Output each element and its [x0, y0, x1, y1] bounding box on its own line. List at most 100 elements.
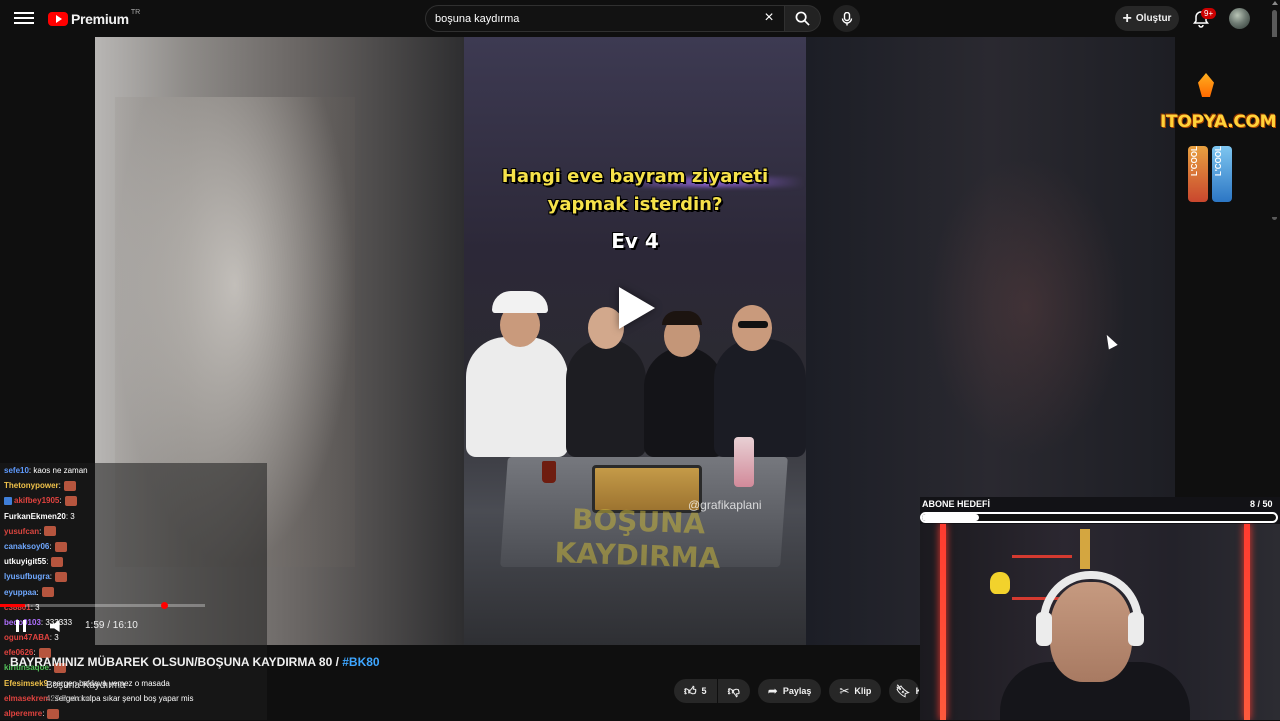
search-icon — [795, 11, 810, 26]
chat-username[interactable]: Thetonypower — [4, 478, 59, 493]
chat-username[interactable]: c38801 — [4, 600, 31, 615]
video-handle: @grafikaplani — [688, 498, 762, 512]
subscriber-goal-bar — [920, 512, 1278, 523]
logo-region: TR — [130, 8, 141, 16]
share-button[interactable]: ➦ Paylaş — [757, 679, 822, 703]
subscriber-count: 427 B abone — [46, 694, 92, 703]
bookmark-icon: 🔖︎ — [895, 684, 911, 698]
streamer-webcam — [920, 497, 1280, 720]
emote-icon — [64, 495, 77, 506]
chat-text: : — [39, 526, 42, 536]
logo-text: Premium — [71, 11, 129, 27]
chat-text: : — [42, 709, 45, 718]
chat-username[interactable]: Efesimsek9 — [4, 676, 48, 691]
pause-icon[interactable] — [16, 620, 26, 632]
emote-icon — [63, 480, 76, 491]
voice-search-button[interactable] — [833, 5, 860, 32]
chat-username[interactable]: akifbey1905 — [14, 493, 59, 508]
can-label: L'COOL — [1190, 146, 1199, 176]
chat-text: : — [59, 496, 62, 506]
chat-text: : 3 — [30, 602, 40, 612]
play-icon[interactable] — [619, 287, 655, 329]
sponsor-name: ITOPYA.COM — [1160, 112, 1277, 132]
chat-username[interactable]: elmasekrem — [4, 691, 50, 706]
chat-message: FurkanEkmen20: 3 — [4, 509, 267, 524]
create-button[interactable]: + Oluştur — [1115, 6, 1179, 31]
chat-username[interactable]: utkuyigit55 — [4, 554, 46, 569]
channel-name[interactable]: Boşuna Kaydırma — [46, 680, 126, 691]
close-icon[interactable]: × — [762, 10, 776, 26]
time-display: 1:59 / 16:10 — [85, 620, 138, 631]
emote-icon — [41, 587, 54, 598]
chat-message: eyuppaa: — [4, 585, 267, 600]
microphone-icon — [841, 11, 852, 25]
chat-username[interactable]: ogun47ABA — [4, 630, 50, 645]
chat-message: canaksoy06: — [4, 539, 267, 554]
chat-username[interactable]: yusufcan — [4, 524, 39, 539]
scroll-up-icon[interactable] — [1272, 1, 1278, 5]
video-overlay-episode: Ev 4 — [611, 229, 659, 253]
chat-message: lyusufbugra: — [4, 569, 267, 584]
youtube-logo[interactable]: Premium TR — [48, 8, 141, 28]
progress-bar[interactable] — [0, 604, 205, 607]
clip-button[interactable]: ✂ Klip — [829, 679, 882, 703]
pikachu-figure — [990, 572, 1010, 594]
chat-username[interactable]: alperemre — [4, 706, 42, 721]
dislike-button[interactable]: 👎︎ — [717, 679, 750, 703]
create-label: Oluştur — [1135, 13, 1172, 24]
notification-badge: 9+ — [1201, 8, 1217, 19]
video-frame: Hangi eve bayram ziyareti yapmak isterdi… — [464, 37, 806, 645]
action-bar: 👍︎5 👎︎ ➦Paylaş ✂Klip 🔖︎Ka — [674, 679, 927, 703]
chat-message: alperemre: — [4, 706, 267, 721]
chat-message: utkuyigit55: — [4, 554, 267, 569]
scissors-icon: ✂ — [839, 684, 850, 698]
chat-message: akifbey1905: — [4, 493, 267, 508]
search-button[interactable] — [785, 5, 821, 32]
chat-message: yusufcan: — [4, 524, 267, 539]
video-watermark: BOŞUNA KAYDIRMA — [554, 502, 721, 575]
chat-text: : 3 — [65, 511, 75, 521]
chat-username[interactable]: lyusufbugra — [4, 569, 50, 584]
plus-icon: + — [1122, 9, 1132, 27]
chat-username[interactable]: FurkanEkmen20 — [4, 509, 66, 524]
chat-message: elmasekrem: sergen kolpa sıkar şenol boş… — [4, 691, 267, 706]
play-logo-icon — [48, 12, 68, 26]
avatar[interactable] — [1229, 8, 1250, 29]
chat-message: Thetonypower: — [4, 478, 267, 493]
badge-icon — [4, 496, 12, 505]
video-overlay-question: Hangi eve bayram ziyareti yapmak isterdi… — [501, 166, 769, 215]
scrubber-handle[interactable] — [161, 602, 168, 609]
emote-icon — [55, 571, 68, 582]
video-title: BAYRAMINIZ MÜBAREK OLSUN/BOŞUNA KAYDIRMA… — [10, 655, 380, 669]
chat-message: ogun47ABA: 3 — [4, 630, 267, 645]
chat-text: : — [49, 541, 52, 551]
thumbs-down-icon: 👎︎ — [727, 683, 740, 698]
chat-text: : kaos ne zaman — [28, 466, 88, 475]
live-chat-overlay: sefe10: kaos ne zaman Thetonypower: akifbe… — [0, 463, 267, 720]
search-input[interactable] — [435, 12, 755, 25]
like-button[interactable]: 👍︎ 5 — [674, 679, 717, 703]
search-box: × — [425, 5, 785, 32]
chat-text: : — [36, 587, 39, 597]
subscriber-goal-count: 8 / 50 — [1250, 499, 1273, 509]
emote-icon — [54, 541, 67, 552]
emote-icon — [51, 556, 64, 567]
chat-text: : — [49, 572, 53, 582]
chat-message: c38801: 3 — [4, 600, 267, 615]
chat-username[interactable]: canaksoy06 — [4, 539, 49, 554]
chat-username[interactable]: eyuppaa — [4, 585, 36, 600]
energy-drink-cans: L'COOL L'COOL — [1188, 146, 1234, 202]
chat-text: : — [58, 481, 61, 491]
chat-text: : 3 — [49, 633, 59, 643]
menu-icon[interactable] — [14, 9, 34, 29]
hashtag-link[interactable]: #BK80 — [342, 655, 379, 669]
progress-fill — [0, 604, 26, 607]
chat-username[interactable]: sefe10 — [4, 463, 29, 478]
subscriber-goal-label: ABONE HEDEFİ — [922, 499, 991, 509]
emote-icon — [47, 708, 60, 719]
share-icon: ➦ — [767, 684, 778, 698]
emote-icon — [44, 526, 57, 537]
chat-text: : — [46, 557, 49, 567]
save-button[interactable]: 🔖︎Ka — [889, 679, 920, 703]
can-label: L'COOL — [1214, 146, 1223, 176]
